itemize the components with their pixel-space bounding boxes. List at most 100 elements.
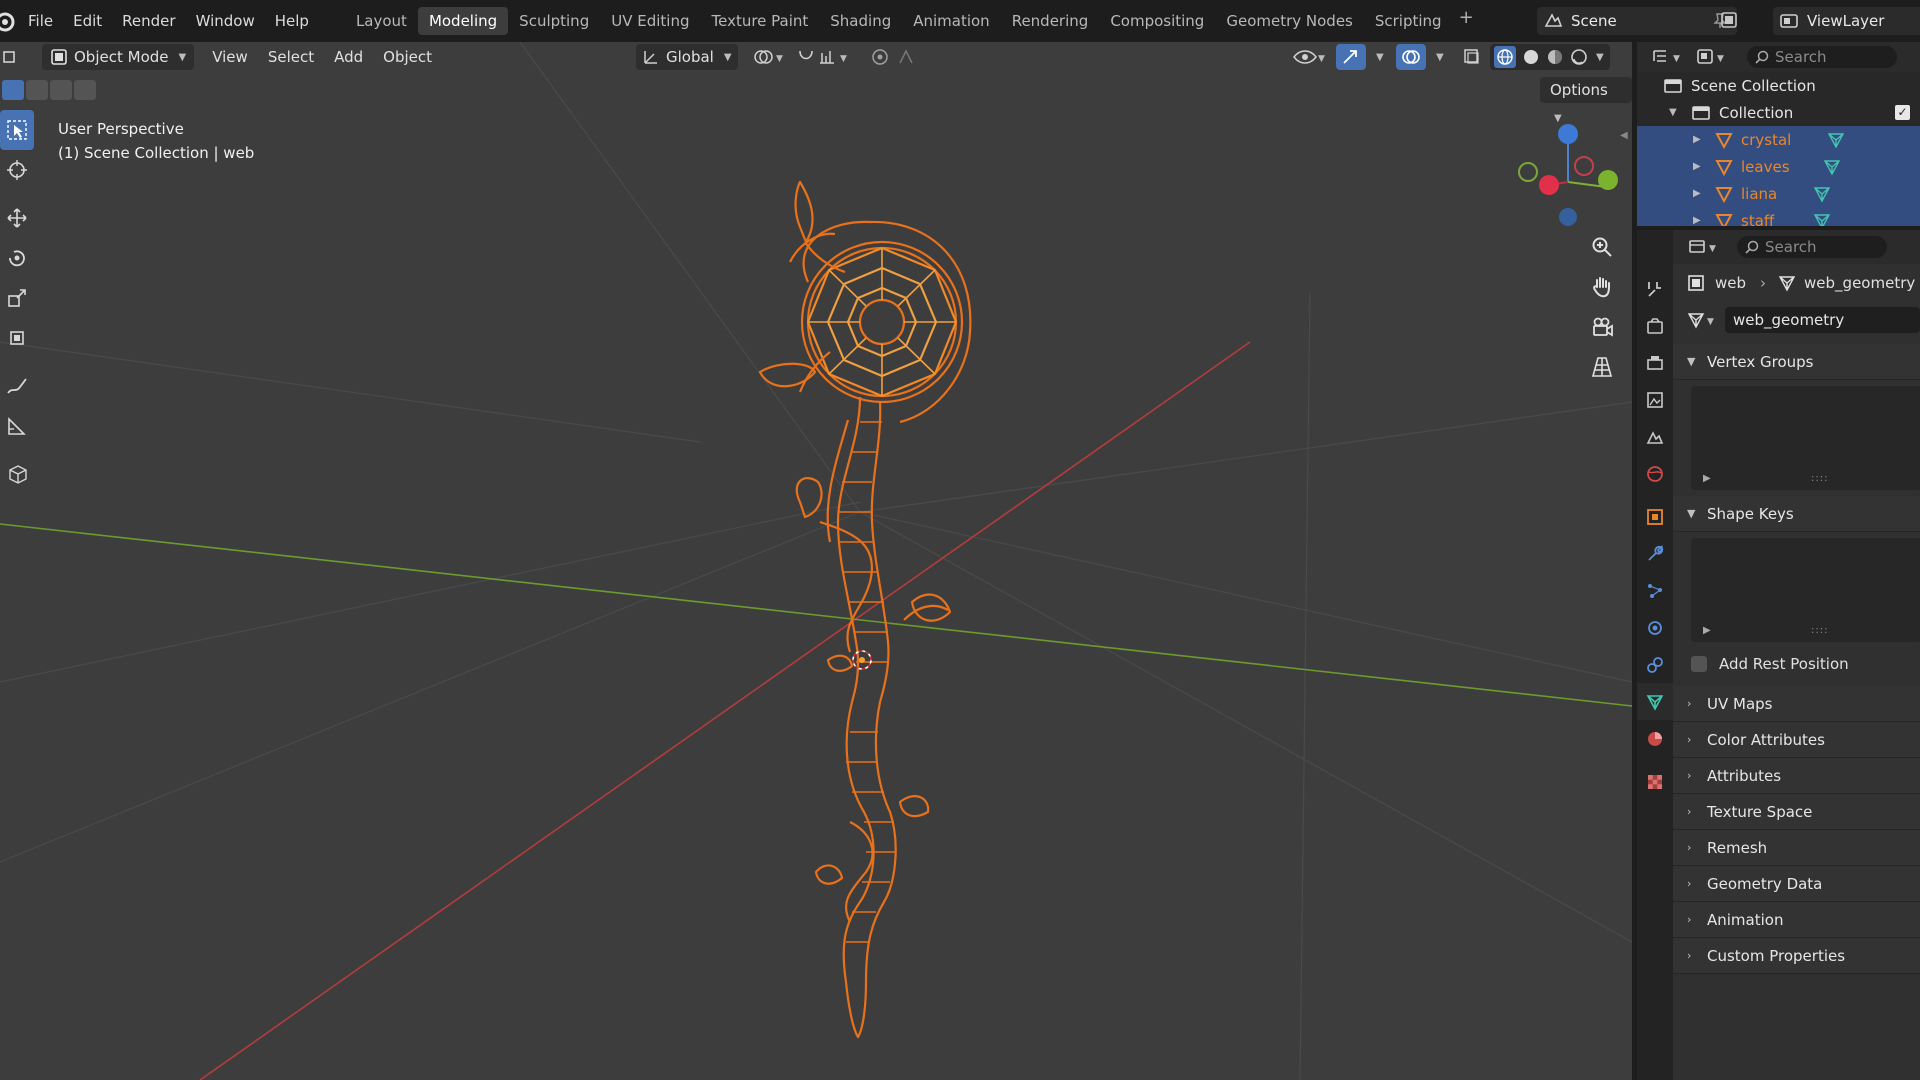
rendered-shading-icon[interactable]: [1570, 48, 1588, 66]
tool-move[interactable]: [0, 198, 34, 238]
panel-uv-maps[interactable]: › UV Maps: [1673, 686, 1920, 722]
tab-physics[interactable]: [1637, 609, 1673, 646]
tab-tool[interactable]: [1637, 270, 1673, 307]
tab-sculpting[interactable]: Sculpting: [508, 7, 600, 35]
sidebar-toggle-icon[interactable]: ◀: [1620, 130, 1628, 141]
view-layer-selector[interactable]: ViewLayer: [1773, 7, 1920, 35]
select-subtract-icon[interactable]: [50, 80, 72, 100]
menu-add[interactable]: Add: [328, 44, 369, 70]
selection-mode-buttons[interactable]: [2, 80, 96, 100]
area-divider-horizontal[interactable]: [1637, 226, 1920, 230]
tree-row-crystal[interactable]: ▶ crystal: [1637, 126, 1920, 153]
chevron-down-icon[interactable]: ▼: [1436, 52, 1444, 63]
tab-scripting[interactable]: Scripting: [1364, 7, 1453, 35]
properties-search-input[interactable]: Search: [1737, 236, 1887, 258]
mesh-data-icon[interactable]: [1813, 185, 1831, 203]
snap-icon[interactable]: ▼: [796, 47, 852, 67]
new-scene-icon[interactable]: [1720, 11, 1738, 29]
list-expand-icon[interactable]: ▶: [1703, 473, 1711, 484]
outliner-search-input[interactable]: Search: [1747, 46, 1897, 68]
tab-constraints[interactable]: [1637, 646, 1673, 683]
tab-scene[interactable]: [1637, 418, 1673, 455]
tool-rotate[interactable]: [0, 238, 34, 278]
tab-modifiers[interactable]: [1637, 535, 1673, 572]
proportional-editing-icon[interactable]: [870, 47, 926, 67]
pivot-point-icon[interactable]: ▼: [752, 47, 786, 67]
expand-arrow-icon[interactable]: ▶: [1693, 215, 1707, 226]
tab-compositing[interactable]: Compositing: [1099, 7, 1215, 35]
panel-remesh[interactable]: › Remesh: [1673, 830, 1920, 866]
expand-arrow-icon[interactable]: ▶: [1693, 161, 1707, 172]
tree-row-leaves[interactable]: ▶ leaves: [1637, 153, 1920, 180]
mode-dropdown[interactable]: Object Mode ▼: [42, 44, 195, 70]
blender-logo-icon[interactable]: [0, 8, 18, 34]
list-resize-grip-icon[interactable]: ::::: [1811, 473, 1828, 484]
visibility-eye-icon[interactable]: ▼: [1292, 47, 1326, 67]
menu-edit[interactable]: Edit: [63, 7, 112, 35]
tab-animation[interactable]: Animation: [902, 7, 1000, 35]
tool-cursor[interactable]: [0, 150, 34, 190]
tab-object-data[interactable]: [1637, 683, 1673, 720]
tab-texture-paint[interactable]: Texture Paint: [700, 7, 819, 35]
select-intersect-icon[interactable]: [74, 80, 96, 100]
options-dropdown[interactable]: Options ▼: [1540, 77, 1632, 124]
panel-texture-space[interactable]: › Texture Space: [1673, 794, 1920, 830]
display-mode-icon[interactable]: ▼: [1695, 47, 1729, 67]
panel-attributes[interactable]: › Attributes: [1673, 758, 1920, 794]
tab-geometry-nodes[interactable]: Geometry Nodes: [1215, 7, 1364, 35]
add-workspace-button[interactable]: +: [1459, 7, 1474, 35]
tree-row-collection[interactable]: ▼ Collection ✓: [1637, 99, 1920, 126]
chevron-down-icon[interactable]: ▼: [1376, 52, 1384, 63]
3d-viewport[interactable]: Object Mode ▼ View Select Add Object Glo…: [0, 42, 1632, 1080]
add-rest-position-checkbox[interactable]: [1691, 656, 1707, 672]
mesh-data-icon[interactable]: [1813, 212, 1831, 226]
xray-icon[interactable]: [1462, 47, 1482, 67]
chevron-down-icon[interactable]: ▼: [1596, 52, 1604, 63]
mesh-data-icon[interactable]: [1827, 131, 1845, 149]
tab-output[interactable]: [1637, 344, 1673, 381]
tab-shading[interactable]: Shading: [819, 7, 902, 35]
panel-animation[interactable]: › Animation: [1673, 902, 1920, 938]
staff-model[interactable]: [758, 180, 972, 1039]
select-extend-icon[interactable]: [26, 80, 48, 100]
tab-render[interactable]: [1637, 307, 1673, 344]
solid-shading-icon[interactable]: [1522, 48, 1540, 66]
data-block-selector[interactable]: ▼ web_geometry: [1673, 302, 1920, 338]
menu-render[interactable]: Render: [112, 7, 185, 35]
tool-scale[interactable]: [0, 278, 34, 318]
panel-shape-keys[interactable]: ▼ Shape Keys: [1673, 496, 1920, 532]
wireframe-shading-icon[interactable]: [1494, 46, 1516, 68]
editor-type-icon[interactable]: [2, 48, 20, 66]
menu-file[interactable]: File: [18, 7, 63, 35]
menu-help[interactable]: Help: [265, 7, 319, 35]
tool-annotate[interactable]: [0, 366, 34, 406]
tool-transform[interactable]: [0, 318, 34, 358]
tool-add-cube[interactable]: [0, 454, 34, 494]
tab-material[interactable]: [1637, 720, 1673, 757]
tool-measure[interactable]: [0, 406, 34, 446]
perspective-toggle-button[interactable]: [1585, 350, 1619, 384]
area-divider[interactable]: [1632, 42, 1637, 1080]
orientation-dropdown[interactable]: Global ▼: [636, 44, 738, 70]
tool-select-box[interactable]: [0, 110, 34, 150]
tab-uv-editing[interactable]: UV Editing: [600, 7, 700, 35]
menu-window[interactable]: Window: [186, 7, 265, 35]
tab-view-layer[interactable]: [1637, 381, 1673, 418]
collection-checkbox[interactable]: ✓: [1895, 105, 1910, 120]
tab-world[interactable]: [1637, 455, 1673, 492]
gizmo-toggle[interactable]: [1336, 44, 1366, 70]
tab-layout[interactable]: Layout: [345, 7, 418, 35]
scene-selector[interactable]: Scene: [1537, 7, 1737, 35]
outliner-editor-type-icon[interactable]: ▼: [1651, 47, 1685, 67]
navigation-gizmo[interactable]: [1518, 124, 1618, 226]
expand-arrow-icon[interactable]: ▶: [1693, 188, 1707, 199]
panel-color-attributes[interactable]: › Color Attributes: [1673, 722, 1920, 758]
3d-cursor[interactable]: [852, 650, 872, 670]
panel-vertex-groups[interactable]: ▼ Vertex Groups: [1673, 344, 1920, 380]
tab-object[interactable]: [1637, 498, 1673, 535]
tree-row-liana[interactable]: ▶ liana: [1637, 180, 1920, 207]
tree-row-scene-collection[interactable]: Scene Collection: [1637, 72, 1920, 99]
tab-particles[interactable]: [1637, 572, 1673, 609]
expand-arrow-icon[interactable]: ▶: [1693, 134, 1707, 145]
list-resize-grip-icon[interactable]: ::::: [1811, 625, 1828, 636]
